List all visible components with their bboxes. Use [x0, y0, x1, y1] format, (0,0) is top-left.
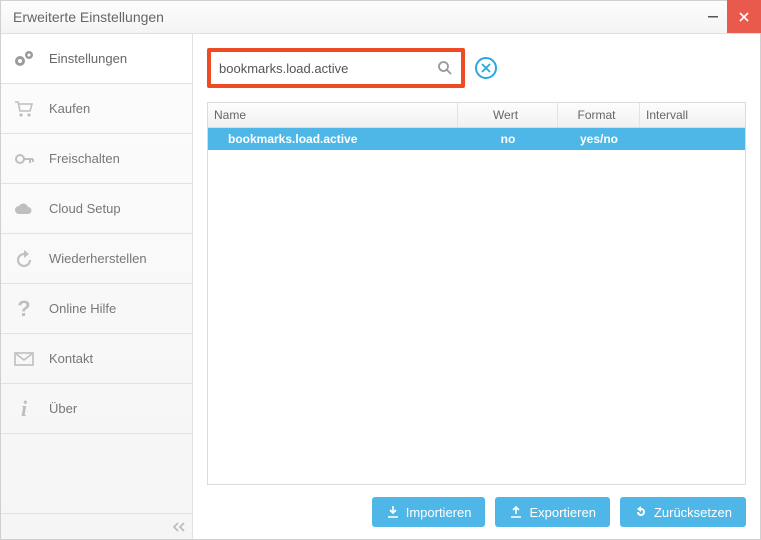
- window: { "window": { "title": "Erweiterte Einst…: [0, 0, 761, 540]
- export-button[interactable]: Exportieren: [495, 497, 609, 527]
- export-label: Exportieren: [529, 505, 595, 520]
- search-box: [207, 48, 465, 88]
- cell-format: yes/no: [558, 132, 640, 146]
- info-icon: i: [11, 396, 37, 422]
- minimize-button[interactable]: [699, 6, 727, 28]
- restore-icon: [11, 249, 37, 269]
- search-icon[interactable]: [437, 60, 453, 76]
- sidebar-item-unlock[interactable]: Freischalten: [1, 134, 192, 184]
- sidebar-item-about[interactable]: i Über: [1, 384, 192, 434]
- cloud-icon: [11, 199, 37, 219]
- clear-search-button[interactable]: [475, 57, 497, 79]
- mail-icon: [11, 349, 37, 369]
- gears-icon: [11, 49, 37, 69]
- sidebar-item-label: Kaufen: [49, 101, 90, 116]
- sidebar-item-buy[interactable]: Kaufen: [1, 84, 192, 134]
- cell-name: bookmarks.load.active: [208, 132, 458, 146]
- column-intervall[interactable]: Intervall: [640, 103, 745, 127]
- sidebar: Einstellungen Kaufen Freischalten Cloud …: [1, 34, 193, 539]
- sidebar-item-settings[interactable]: Einstellungen: [1, 34, 192, 84]
- sidebar-item-help[interactable]: ? Online Hilfe: [1, 284, 192, 334]
- sidebar-item-label: Kontakt: [49, 351, 93, 366]
- table-header: Name Wert Format Intervall: [208, 103, 745, 128]
- sidebar-item-label: Einstellungen: [49, 51, 127, 66]
- sidebar-item-label: Über: [49, 401, 77, 416]
- import-button[interactable]: Importieren: [372, 497, 486, 527]
- sidebar-item-contact[interactable]: Kontakt: [1, 334, 192, 384]
- reset-label: Zurücksetzen: [654, 505, 732, 520]
- sidebar-item-label: Wiederherstellen: [49, 251, 147, 266]
- import-label: Importieren: [406, 505, 472, 520]
- close-button[interactable]: [727, 0, 761, 33]
- sidebar-collapse[interactable]: [1, 513, 192, 539]
- table-row[interactable]: bookmarks.load.active no yes/no: [208, 128, 745, 150]
- sidebar-item-label: Online Hilfe: [49, 301, 116, 316]
- table-body: bookmarks.load.active no yes/no: [208, 128, 745, 484]
- search-row: [207, 48, 746, 88]
- sidebar-item-restore[interactable]: Wiederherstellen: [1, 234, 192, 284]
- key-icon: [11, 149, 37, 169]
- import-icon: [386, 505, 400, 519]
- settings-table: Name Wert Format Intervall bookmarks.loa…: [207, 102, 746, 485]
- sidebar-item-label: Freischalten: [49, 151, 120, 166]
- column-format[interactable]: Format: [558, 103, 640, 127]
- column-wert[interactable]: Wert: [458, 103, 558, 127]
- titlebar: Erweiterte Einstellungen: [1, 1, 760, 34]
- cell-wert: no: [458, 132, 558, 146]
- export-icon: [509, 505, 523, 519]
- window-title: Erweiterte Einstellungen: [13, 9, 699, 25]
- question-icon: ?: [11, 296, 37, 322]
- sidebar-item-label: Cloud Setup: [49, 201, 121, 216]
- body: Einstellungen Kaufen Freischalten Cloud …: [1, 34, 760, 539]
- column-name[interactable]: Name: [208, 103, 458, 127]
- search-input[interactable]: [211, 61, 437, 76]
- reset-button[interactable]: Zurücksetzen: [620, 497, 746, 527]
- main: Name Wert Format Intervall bookmarks.loa…: [193, 34, 760, 539]
- footer-actions: Importieren Exportieren Zurücksetzen: [207, 485, 746, 527]
- reset-icon: [634, 505, 648, 519]
- sidebar-item-cloud[interactable]: Cloud Setup: [1, 184, 192, 234]
- cart-icon: [11, 99, 37, 119]
